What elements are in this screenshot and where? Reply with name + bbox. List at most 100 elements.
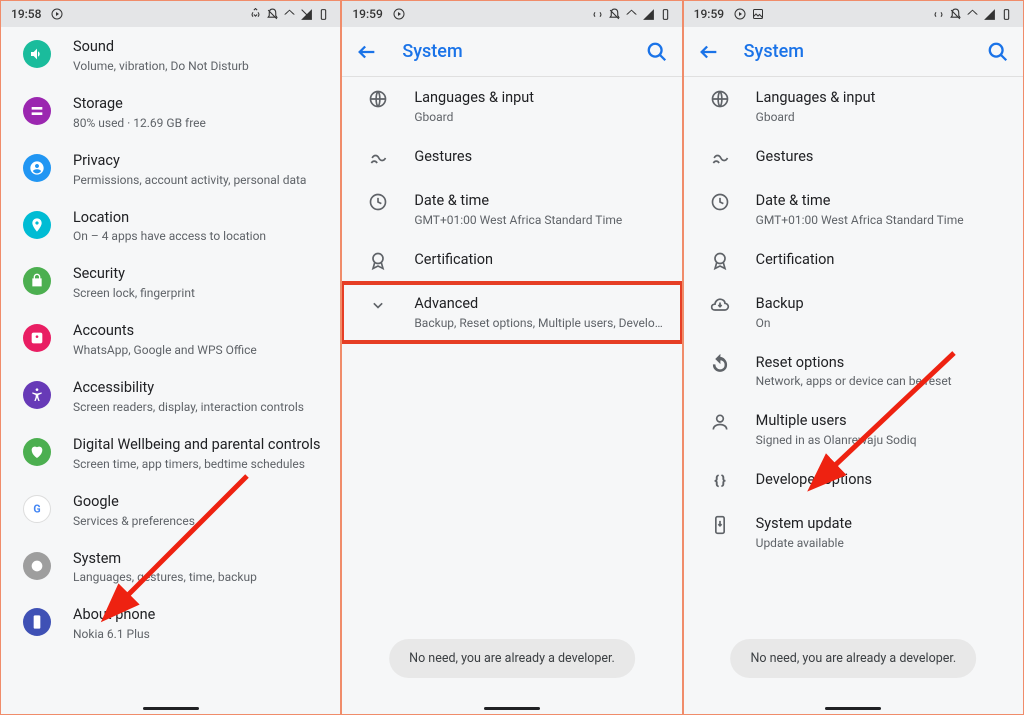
- system-row-update[interactable]: System updateUpdate available: [684, 503, 1023, 562]
- status-time: 19:59: [352, 7, 382, 21]
- settings-row-system[interactable]: iSystemLanguages, gestures, time, backup: [1, 539, 340, 596]
- nav-handle[interactable]: [143, 707, 199, 710]
- accessibility-icon: [17, 381, 57, 409]
- system-row-clock[interactable]: Date & time GMT+01:00 West Africa Standar…: [684, 180, 1023, 239]
- row-subtitle: Languages, gestures, time, backup: [73, 570, 324, 584]
- row-subtitle: Screen readers, display, interaction con…: [73, 400, 324, 414]
- settings-row-about[interactable]: About phoneNokia 6.1 Plus: [1, 595, 340, 652]
- back-button[interactable]: [356, 41, 378, 63]
- settings-row-google[interactable]: GGoogleServices & preferences: [1, 482, 340, 539]
- system-settings-expanded-panel: 19:59 System Languages & inputGboard Gest…: [683, 0, 1024, 715]
- settings-row-wellbeing[interactable]: Digital Wellbeing and parental controlsS…: [1, 425, 340, 482]
- search-button[interactable]: [987, 41, 1009, 63]
- status-time: 19:58: [11, 7, 41, 21]
- settings-main-panel: 19:58 Sound Volume, vibration, Do Not Dis…: [0, 0, 341, 715]
- row-subtitle: On – 4 apps have access to location: [73, 229, 324, 243]
- settings-row-privacy[interactable]: PrivacyPermissions, account activity, pe…: [1, 141, 340, 198]
- row-subtitle: 80% used · 12.69 GB free: [73, 116, 324, 130]
- system-row-chevron[interactable]: Advanced Backup, Reset options, Multiple …: [342, 283, 681, 342]
- system-row-badge[interactable]: Certification: [342, 239, 681, 283]
- badge-icon: [700, 251, 740, 271]
- row-title: Reset options: [756, 354, 1007, 373]
- play-icon: [734, 8, 746, 20]
- row-title: System: [73, 550, 324, 569]
- row-title: Advanced: [414, 295, 665, 314]
- globe-icon: [358, 89, 398, 109]
- row-title: Accessibility: [73, 379, 324, 398]
- row-title: Multiple users: [756, 412, 1007, 431]
- settings-row-location[interactable]: LocationOn – 4 apps have access to locat…: [1, 198, 340, 255]
- row-subtitle: Screen time, app timers, bedtime schedul…: [73, 457, 324, 471]
- chevron-icon: [358, 295, 398, 315]
- app-bar: System: [684, 27, 1023, 77]
- gestures-icon: [700, 148, 740, 168]
- system-row-reset[interactable]: Reset optionsNetwork, apps or device can…: [684, 342, 1023, 401]
- row-subtitle: Volume, vibration, Do Not Disturb: [73, 59, 324, 73]
- row-subtitle: Gboard: [756, 110, 1007, 124]
- reset-icon: [700, 354, 740, 374]
- settings-row-storage[interactable]: Storage80% used · 12.69 GB free: [1, 84, 340, 141]
- storage-icon: [17, 97, 57, 125]
- globe-icon: [700, 89, 740, 109]
- status-icons: [249, 8, 330, 21]
- row-title: Gestures: [414, 148, 665, 167]
- row-subtitle: Nokia 6.1 Plus: [73, 627, 324, 641]
- gestures-icon: [358, 148, 398, 168]
- row-subtitle: Services & preferences: [73, 514, 324, 528]
- row-title: Accounts: [73, 322, 324, 341]
- row-subtitle: Screen lock, fingerprint: [73, 286, 324, 300]
- row-title: Date & time: [756, 192, 1007, 211]
- search-button[interactable]: [646, 41, 668, 63]
- status-time: 19:59: [694, 7, 724, 21]
- status-icons: [591, 8, 672, 21]
- back-button[interactable]: [698, 41, 720, 63]
- accounts-icon: [17, 324, 57, 352]
- system-row-badge[interactable]: Certification: [684, 239, 1023, 283]
- google-icon: G: [17, 495, 57, 523]
- row-title: Developer options: [756, 471, 1007, 490]
- play-icon: [393, 8, 405, 20]
- app-bar: System: [342, 27, 681, 77]
- privacy-icon: [17, 154, 57, 182]
- row-subtitle: Backup, Reset options, Multiple users, D…: [414, 316, 665, 330]
- toast-message: No need, you are already a developer.: [730, 639, 976, 678]
- braces-icon: { }: [700, 471, 740, 491]
- system-row-gestures[interactable]: Gestures: [342, 136, 681, 180]
- row-subtitle: GMT+01:00 West Africa Standard Time: [414, 213, 665, 227]
- wellbeing-icon: [17, 438, 57, 466]
- settings-row-security[interactable]: Security Screen lock, fingerprint: [1, 254, 340, 311]
- about-icon: [17, 608, 57, 636]
- settings-row-accessibility[interactable]: Accessibility Screen readers, display, in…: [1, 368, 340, 425]
- settings-row-accounts[interactable]: AccountsWhatsApp, Google and WPS Office: [1, 311, 340, 368]
- badge-icon: [358, 251, 398, 271]
- settings-list: Sound Volume, vibration, Do Not Disturb St…: [1, 27, 340, 714]
- nav-handle[interactable]: [484, 707, 540, 710]
- image-icon: [752, 8, 764, 20]
- row-subtitle: Permissions, account activity, personal …: [73, 173, 324, 187]
- nav-handle[interactable]: [825, 707, 881, 710]
- system-row-globe[interactable]: Languages & inputGboard: [684, 77, 1023, 136]
- system-row-globe[interactable]: Languages & inputGboard: [342, 77, 681, 136]
- row-title: Location: [73, 209, 324, 228]
- toast-message: No need, you are already a developer.: [389, 639, 635, 678]
- system-row-braces[interactable]: { } Developer options: [684, 459, 1023, 503]
- row-subtitle: Gboard: [414, 110, 665, 124]
- system-row-clock[interactable]: Date & timeGMT+01:00 West Africa Standar…: [342, 180, 681, 239]
- row-title: Sound: [73, 38, 324, 57]
- status-bar: 19:59: [684, 1, 1023, 27]
- svg-text:{ }: { }: [714, 474, 725, 488]
- row-subtitle: On: [756, 316, 1007, 330]
- row-title: Security: [73, 265, 324, 284]
- row-subtitle: GMT+01:00 West Africa Standard Time: [756, 213, 1007, 227]
- security-icon: [17, 267, 57, 295]
- system-list: Languages & inputGboard Gestures Date & ti…: [684, 77, 1023, 714]
- system-row-user[interactable]: Multiple users Signed in as Olanrewaju So…: [684, 400, 1023, 459]
- settings-row-sound[interactable]: Sound Volume, vibration, Do Not Disturb: [1, 27, 340, 84]
- play-icon: [51, 8, 63, 20]
- row-subtitle: Signed in as Olanrewaju Sodiq: [756, 433, 1007, 447]
- system-row-cloud[interactable]: BackupOn: [684, 283, 1023, 342]
- cloud-icon: [700, 295, 740, 315]
- row-title: Gestures: [756, 148, 1007, 167]
- svg-text:G: G: [33, 502, 40, 515]
- system-row-gestures[interactable]: Gestures: [684, 136, 1023, 180]
